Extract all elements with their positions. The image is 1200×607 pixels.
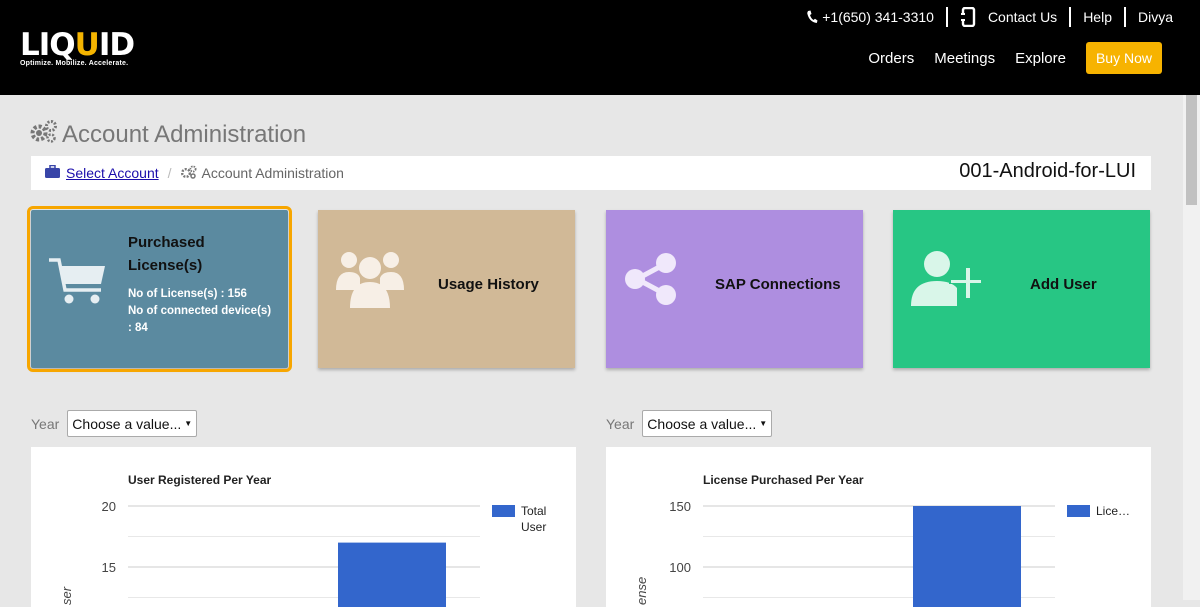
y-axis-label: ser (59, 586, 74, 605)
users-bar-chart: User Registered Per Year 20 15 ser Total User (59, 473, 546, 607)
license-count: No of License(s) : 156 (128, 288, 247, 300)
legend-label: Lice… (1096, 504, 1130, 518)
y-tick-label: 20 (102, 499, 116, 514)
sap-connections-tile[interactable]: SAP Connections (606, 210, 863, 368)
legend-swatch (492, 505, 515, 517)
help-link[interactable]: Help (1083, 9, 1112, 25)
phone-icon (806, 10, 818, 24)
scrollbar-thumb[interactable] (1186, 95, 1197, 205)
year-select[interactable]: Choose a value... ▼ (642, 410, 773, 437)
account-name: 001-Android-for-LUI (959, 160, 1136, 182)
nav-meetings[interactable]: Meetings (934, 50, 995, 67)
usage-history-tile[interactable]: Usage History (318, 210, 575, 368)
briefcase-icon (45, 164, 60, 181)
y-tick-label: 150 (669, 499, 691, 514)
chart-title: User Registered Per Year (128, 473, 272, 487)
bar (338, 542, 446, 607)
top-bar: LIQUID Optimize. Mobilize. Accelerate. +… (0, 0, 1200, 95)
buy-now-button[interactable]: Buy Now (1085, 42, 1162, 74)
year-label: Year (606, 415, 635, 432)
users-group-icon (336, 246, 404, 315)
phone-link[interactable]: +1(650) 341-3310 (806, 9, 934, 25)
tile-label: Usage History (438, 276, 539, 293)
main-nav: Orders Meetings Explore Buy Now (848, 42, 1162, 74)
year-label: Year (31, 415, 60, 432)
breadcrumb-bar: Select Account / Account Administration … (31, 156, 1151, 190)
logo-tagline: Optimize. Mobilize. Accelerate. (20, 60, 129, 67)
year-select-value: Choose a value... (72, 415, 182, 432)
breadcrumb: Select Account / Account Administration (45, 156, 344, 190)
page-title: Account Administration (30, 119, 306, 150)
dropdown-arrow-icon: ▼ (184, 419, 193, 428)
page-title-text: Account Administration (62, 120, 307, 148)
add-user-tile[interactable]: Add User (893, 210, 1150, 368)
breadcrumb-current: Account Administration (201, 165, 344, 181)
tile-label: Add User (1030, 276, 1097, 293)
year-filter-left: Year Choose a value... ▼ (31, 410, 198, 437)
license-stats: No of License(s) : 156 No of connected d… (128, 286, 278, 337)
phone-number: +1(650) 341-3310 (822, 9, 934, 25)
liquid-logo[interactable]: LIQUID Optimize. Mobilize. Accelerate. (20, 28, 135, 67)
y-axis-label: ense (634, 577, 649, 605)
nav-explore[interactable]: Explore (1015, 50, 1066, 67)
shopping-cart-icon (47, 254, 109, 311)
year-filter-right: Year Choose a value... ▼ (606, 410, 773, 437)
legend-label: User (521, 520, 546, 534)
user-menu[interactable]: Divya (1138, 9, 1173, 25)
y-tick-label: 15 (102, 560, 116, 575)
licenses-bar-chart: License Purchased Per Year 150 100 ense Lice… (634, 473, 1130, 607)
device-count: No of connected device(s) : 84 (128, 305, 272, 334)
purchased-licenses-tile[interactable]: Purchased License(s) No of License(s) : … (27, 206, 292, 372)
divider (1069, 7, 1072, 27)
legend-label: Total (521, 504, 546, 518)
year-select-value: Choose a value... (647, 415, 757, 432)
divider (945, 7, 948, 27)
users-chart-card: User Registered Per Year 20 15 ser Total User (31, 447, 576, 607)
dropdown-arrow-icon: ▼ (759, 419, 768, 428)
breadcrumb-separator: / (167, 165, 172, 181)
contact-us-link[interactable]: Contact Us (959, 7, 1058, 27)
legend-swatch (1067, 505, 1090, 517)
top-links: +1(650) 341-3310 Contact Us Help Divya (806, 6, 1173, 28)
bar (913, 506, 1021, 607)
share-icon (624, 252, 678, 311)
year-select[interactable]: Choose a value... ▼ (67, 410, 198, 437)
y-tick-label: 100 (669, 560, 691, 575)
select-account-link[interactable]: Select Account (66, 165, 159, 181)
add-user-icon (911, 250, 983, 313)
tile-label: SAP Connections (715, 276, 841, 293)
vertical-scrollbar[interactable] (1183, 95, 1200, 600)
contact-us-label: Contact Us (987, 9, 1058, 25)
chart-title: License Purchased Per Year (703, 473, 864, 487)
divider (1123, 7, 1126, 27)
mobile-phone-icon (959, 7, 978, 27)
gears-icon (30, 119, 58, 150)
small-gears-icon (180, 165, 197, 182)
tile-label: Purchased License(s) (128, 234, 205, 274)
nav-orders[interactable]: Orders (868, 50, 914, 67)
licenses-chart-card: License Purchased Per Year 150 100 ense Lice… (606, 447, 1151, 607)
